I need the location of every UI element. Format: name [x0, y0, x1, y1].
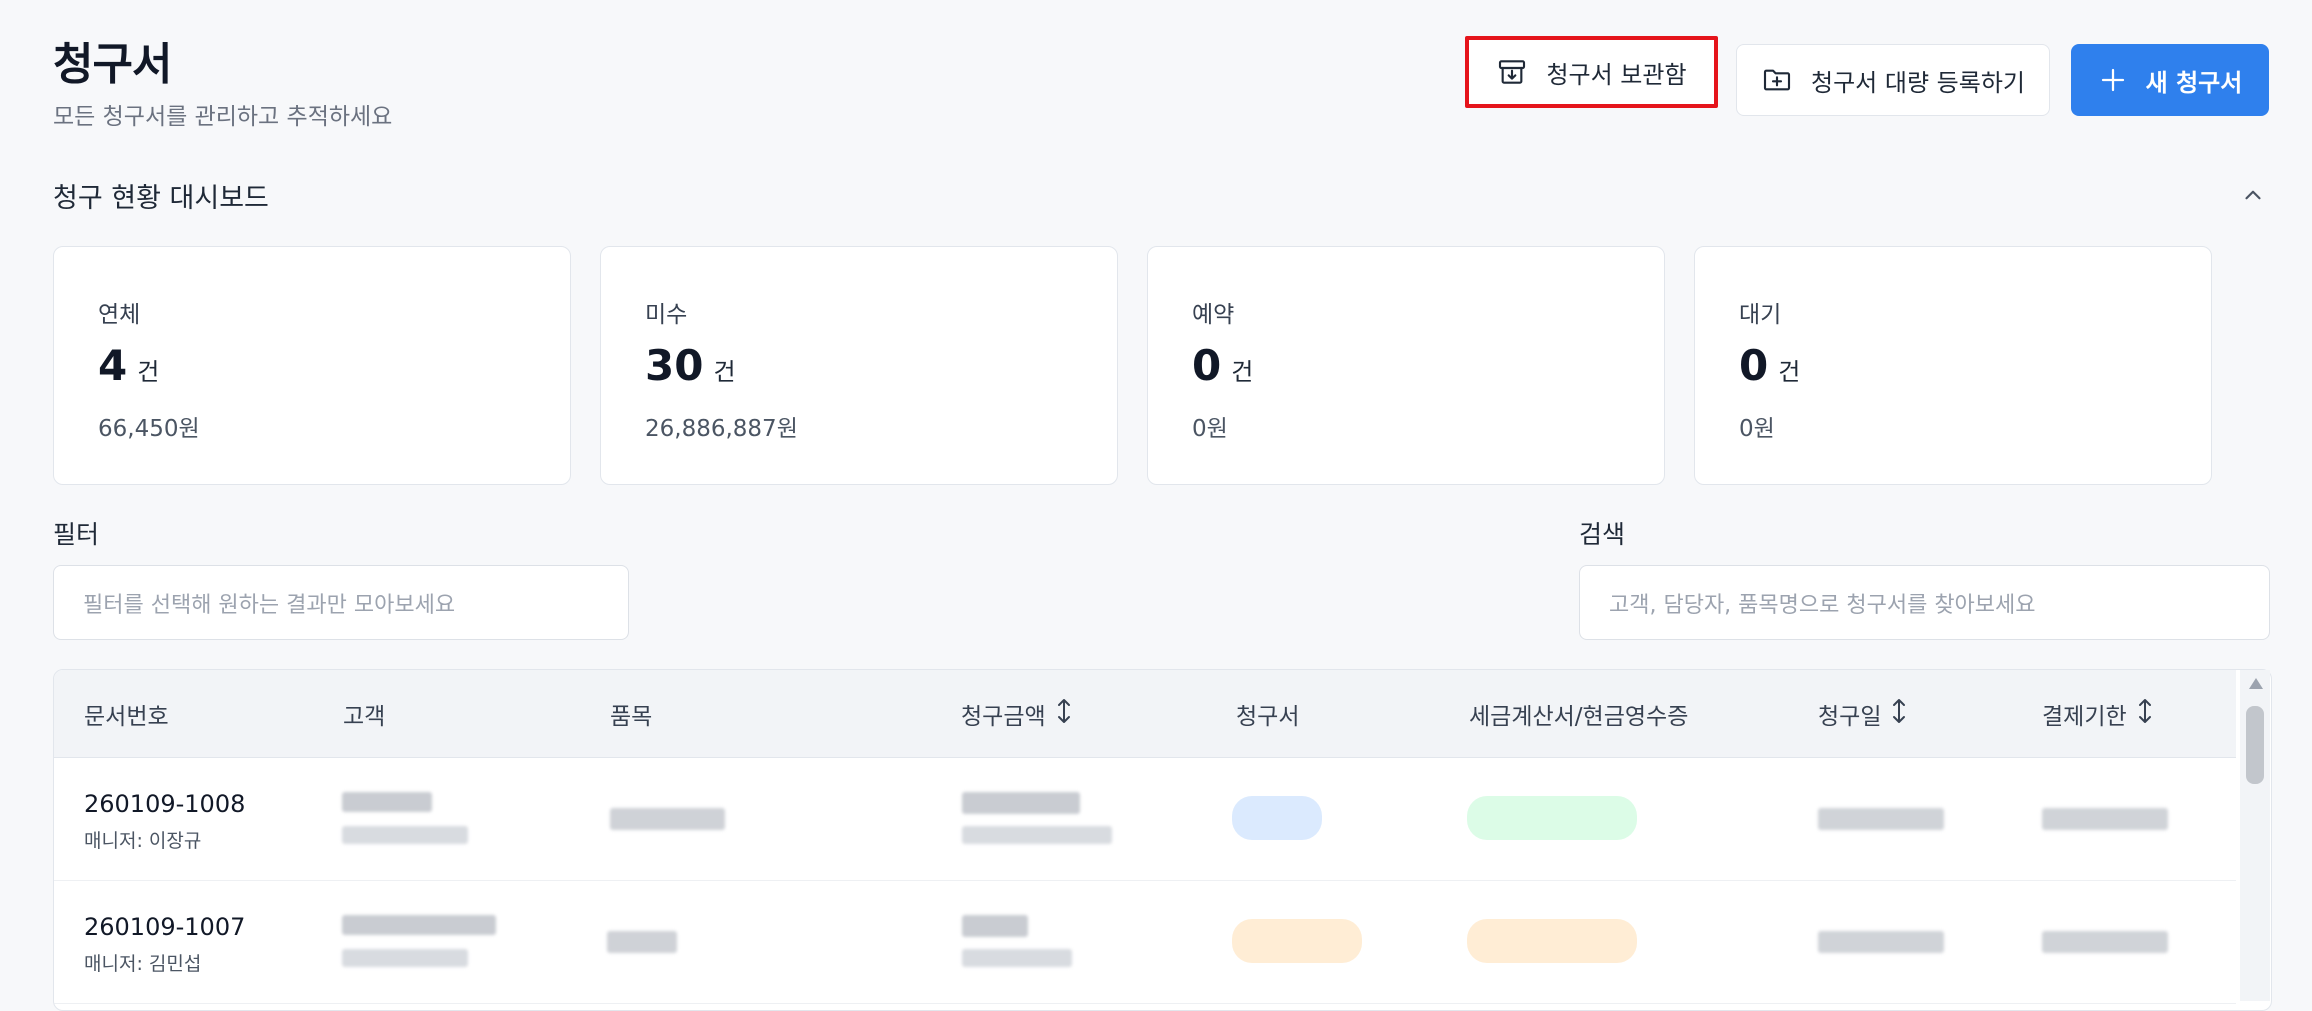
- due-date-redacted: [2042, 808, 2168, 830]
- column-label: 품목: [610, 703, 653, 730]
- invoice-archive-button[interactable]: 청구서 보관함: [1465, 36, 1718, 108]
- card-label: 연체: [98, 302, 141, 328]
- new-invoice-label: 새 청구서: [2145, 68, 2243, 97]
- filter-input[interactable]: 필터를 선택해 원하는 결과만 모아보세요: [53, 565, 629, 640]
- card-amount: 66,450원: [98, 416, 200, 442]
- column-label: 세금계산서/현금영수증: [1469, 703, 1689, 730]
- column-label: 청구일: [1818, 703, 1882, 730]
- chevron-up-icon[interactable]: [2240, 182, 2266, 208]
- card-count: 30 건: [645, 341, 736, 390]
- column-item[interactable]: 품목: [610, 670, 652, 757]
- search-label: 검색: [1579, 520, 1626, 549]
- bulk-register-button[interactable]: 청구서 대량 등록하기: [1736, 44, 2050, 116]
- scroll-up-arrow-icon[interactable]: [2249, 678, 2263, 689]
- column-label: 고객: [343, 703, 386, 730]
- column-customer[interactable]: 고객: [343, 670, 385, 757]
- card-label: 예약: [1192, 302, 1235, 328]
- amount-redacted: [962, 915, 1028, 937]
- bulk-register-label: 청구서 대량 등록하기: [1811, 68, 2025, 97]
- amount-detail-redacted: [962, 826, 1112, 844]
- column-tax-receipt[interactable]: 세금계산서/현금영수증: [1469, 670, 1688, 757]
- sort-icon[interactable]: [1889, 697, 1909, 731]
- count-unit: 건: [1231, 358, 1254, 386]
- column-invoice[interactable]: 청구서: [1236, 670, 1299, 757]
- pending-card[interactable]: 대기 0 건 0원: [1694, 246, 2212, 485]
- scroll-thumb[interactable]: [2246, 706, 2264, 784]
- item-redacted: [607, 931, 677, 953]
- new-invoice-button[interactable]: 새 청구서: [2071, 44, 2269, 116]
- table-scrollbar[interactable]: [2240, 670, 2270, 1001]
- filter-label: 필터: [53, 520, 100, 549]
- page-subtitle: 모든 청구서를 관리하고 추적하세요: [53, 104, 393, 130]
- count-value: 4: [98, 341, 128, 390]
- billing-date-redacted: [1818, 931, 1944, 953]
- sort-icon[interactable]: [1054, 697, 1074, 731]
- count-unit: 건: [1778, 358, 1801, 386]
- card-count: 0 건: [1739, 341, 1800, 390]
- tax-receipt-status-badge[interactable]: [1467, 796, 1637, 840]
- plus-icon: [2098, 65, 2128, 95]
- card-label: 미수: [645, 302, 688, 328]
- invoice-table: 문서번호 고객 품목 청구금액 청구서 세금계산서/현금영수증 청구일 결제기한: [53, 669, 2272, 1011]
- tax-receipt-status-badge[interactable]: [1467, 919, 1637, 963]
- count-unit: 건: [137, 358, 160, 386]
- manager-name: 매니저: 이장규: [84, 830, 202, 852]
- item-redacted: [610, 808, 725, 830]
- count-value: 0: [1739, 341, 1769, 390]
- card-count: 4 건: [98, 341, 159, 390]
- scheduled-card[interactable]: 예약 0 건 0원: [1147, 246, 1665, 485]
- count-value: 0: [1192, 341, 1222, 390]
- manager-name: 매니저: 김민섭: [84, 953, 202, 975]
- column-label: 문서번호: [84, 703, 169, 730]
- column-due-date[interactable]: 결제기한: [2042, 670, 2155, 757]
- column-label: 청구서: [1236, 703, 1300, 730]
- customer-name-redacted: [342, 792, 432, 812]
- customer-detail-redacted: [342, 949, 468, 967]
- customer-detail-redacted: [342, 826, 468, 844]
- amount-redacted: [962, 792, 1080, 814]
- table-row[interactable]: 260109-1007 매니저: 김민섭: [54, 881, 2236, 1004]
- column-doc-no[interactable]: 문서번호: [84, 670, 169, 757]
- doc-number: 260109-1007: [84, 913, 246, 941]
- overdue-card[interactable]: 연체 4 건 66,450원: [53, 246, 571, 485]
- doc-number: 260109-1008: [84, 790, 246, 818]
- invoice-archive-label: 청구서 보관함: [1546, 60, 1687, 89]
- table-header: 문서번호 고객 품목 청구금액 청구서 세금계산서/현금영수증 청구일 결제기한: [54, 670, 2236, 758]
- billing-date-redacted: [1818, 808, 1944, 830]
- customer-name-redacted: [342, 915, 496, 935]
- table-row[interactable]: 260109-1008 매니저: 이장규: [54, 758, 2236, 881]
- invoice-status-badge[interactable]: [1232, 919, 1362, 963]
- card-amount: 0원: [1739, 416, 1775, 442]
- unpaid-card[interactable]: 미수 30 건 26,886,887원: [600, 246, 1118, 485]
- search-input[interactable]: 고객, 담당자, 품목명으로 청구서를 찾아보세요: [1579, 565, 2270, 640]
- invoice-status-badge[interactable]: [1232, 796, 1322, 840]
- column-label: 청구금액: [961, 703, 1046, 730]
- card-count: 0 건: [1192, 341, 1253, 390]
- page-title: 청구서: [53, 39, 172, 90]
- card-amount: 0원: [1192, 416, 1228, 442]
- column-amount[interactable]: 청구금액: [961, 670, 1074, 757]
- dashboard-title: 청구 현황 대시보드: [53, 183, 269, 214]
- folder-plus-icon: [1761, 64, 1793, 96]
- card-amount: 26,886,887원: [645, 416, 798, 442]
- count-value: 30: [645, 341, 704, 390]
- card-label: 대기: [1739, 302, 1782, 328]
- archive-box-icon: [1496, 56, 1528, 88]
- due-date-redacted: [2042, 931, 2168, 953]
- column-billing-date[interactable]: 청구일: [1818, 670, 1909, 757]
- amount-detail-redacted: [962, 949, 1072, 967]
- sort-icon[interactable]: [2135, 697, 2155, 731]
- column-label: 결제기한: [2042, 703, 2127, 730]
- count-unit: 건: [713, 358, 736, 386]
